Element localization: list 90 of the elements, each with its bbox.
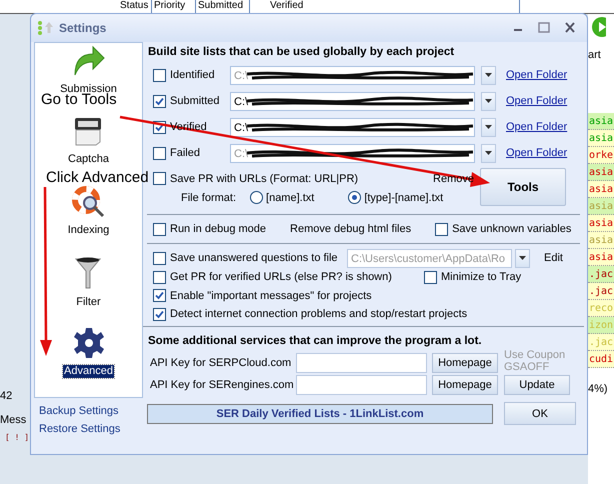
count-text: 42: [0, 389, 12, 403]
column-header: Submitted: [196, 0, 250, 13]
dropdown-button[interactable]: [481, 92, 496, 110]
remove-debug-label[interactable]: Remove debug html files: [290, 223, 412, 235]
funnel-icon: [75, 256, 102, 290]
path-field[interactable]: C:\: [230, 118, 475, 136]
dropdown-button[interactable]: [481, 66, 496, 84]
section-heading: Some additional services that can improve the program a lot.: [148, 334, 483, 348]
path-field[interactable]: C:\: [230, 92, 475, 110]
sidebar-item[interactable]: Filter: [75, 296, 102, 310]
ok-button[interactable]: OK: [504, 402, 576, 425]
radio-button[interactable]: [250, 191, 264, 204]
progress-text: 4%): [588, 382, 608, 396]
coupon-text: Use Coupon GSAOFF: [504, 348, 566, 372]
api-key-label: API Key for SERengines.com: [150, 378, 295, 390]
homepage-button[interactable]: Homepage: [432, 374, 498, 394]
annotation-text: Go to Tools: [41, 92, 117, 108]
checkbox[interactable]: [153, 308, 166, 321]
open-folder-link[interactable]: Open Folder: [506, 95, 568, 107]
caret-icon: [485, 125, 492, 129]
open-folder-link[interactable]: Open Folder: [506, 121, 568, 133]
checkbox-label: Save unanswered questions to file: [170, 252, 338, 264]
checkbox-label: Save PR with URLs (Format: URL|PR): [170, 172, 358, 184]
window-title: Settings: [59, 21, 108, 35]
radio-label: [type]-[name].txt: [364, 192, 444, 204]
caret-icon: [485, 151, 492, 155]
list-row: asia: [588, 181, 614, 198]
list-row: izon: [588, 317, 614, 334]
dropdown-button[interactable]: [481, 144, 496, 162]
column-header: Priority: [152, 0, 196, 13]
checkbox[interactable]: [153, 289, 166, 302]
lifebuoy-icon: [72, 186, 106, 218]
homepage-button[interactable]: Homepage: [432, 352, 498, 372]
checkbox-label: Enable "important messages" for projects: [170, 290, 372, 302]
dropdown-button[interactable]: [481, 118, 496, 136]
start-label: art: [588, 48, 601, 62]
settings-link[interactable]: Restore Settings: [39, 420, 120, 438]
api-key-label: API Key for SERPCloud.com: [150, 356, 292, 368]
radio-label: [name].txt: [266, 192, 314, 204]
file-format-label: File format:: [181, 192, 236, 204]
gear-icon: [72, 326, 104, 359]
list-row: .jac: [588, 334, 614, 351]
checkbox-label: Minimize to Tray: [441, 271, 522, 284]
list-row: asia: [588, 232, 614, 249]
list-row: cudi: [588, 351, 614, 368]
checkbox-label: Detect internet connection problems and stop/restart projects: [170, 308, 468, 320]
caret-icon: [485, 99, 492, 103]
sidebar-item[interactable]: Indexing: [66, 224, 110, 237]
checkbox-label: Identified: [170, 69, 215, 81]
column-header: Mess: [0, 413, 26, 427]
caret-icon: [519, 256, 526, 260]
list-row: .jac: [588, 266, 614, 283]
api-key-field[interactable]: [296, 352, 427, 372]
update-button[interactable]: Update: [504, 374, 570, 394]
annotation-text: Click Advanced: [46, 170, 149, 186]
promo-banner[interactable]: SER Daily Verified Lists - 1LinkList.com: [147, 404, 493, 424]
list-row: asia: [588, 249, 614, 266]
checkbox[interactable]: [153, 222, 166, 236]
list-row: orke: [588, 147, 614, 164]
checkbox[interactable]: [153, 252, 166, 264]
caret-icon: [485, 73, 492, 77]
tools-button[interactable]: Tools: [480, 168, 566, 206]
checkbox[interactable]: [153, 270, 166, 284]
checkbox[interactable]: [153, 94, 166, 108]
list-row: .jac: [588, 283, 614, 300]
list-row: asia: [588, 164, 614, 181]
list-row: asia: [588, 113, 614, 130]
radio-button[interactable]: [348, 191, 362, 204]
edit-label[interactable]: Edit: [544, 252, 563, 264]
dropdown-button[interactable]: [515, 248, 530, 268]
section-heading: Build site lists that can be used globally by each project: [148, 45, 456, 60]
checkbox[interactable]: [424, 270, 437, 284]
sidebar-item[interactable]: Advanced: [63, 364, 114, 378]
checkbox[interactable]: [153, 172, 166, 185]
sidebar-item[interactable]: Captcha: [67, 153, 110, 166]
list-row: asia: [588, 215, 614, 232]
checkbox-label: Run in debug mode: [170, 223, 266, 235]
column-header: Status: [118, 0, 152, 13]
flag-text: [ ! ]: [5, 433, 30, 442]
app-icon: [37, 20, 55, 36]
list-row: asia: [588, 198, 614, 215]
checkbox-label: Get PR for verified URLs (else PR? is shown): [170, 271, 392, 284]
list-row: asia: [588, 130, 614, 147]
api-key-field[interactable]: [296, 374, 427, 394]
checkbox[interactable]: [435, 222, 448, 236]
list-row: reco: [588, 300, 614, 317]
checkbox-label: Save unknown variables: [452, 223, 572, 235]
checkbox-label: Failed: [170, 147, 200, 159]
checkbox-label: Submitted: [170, 95, 220, 107]
settings-link[interactable]: Backup Settings: [39, 402, 118, 420]
